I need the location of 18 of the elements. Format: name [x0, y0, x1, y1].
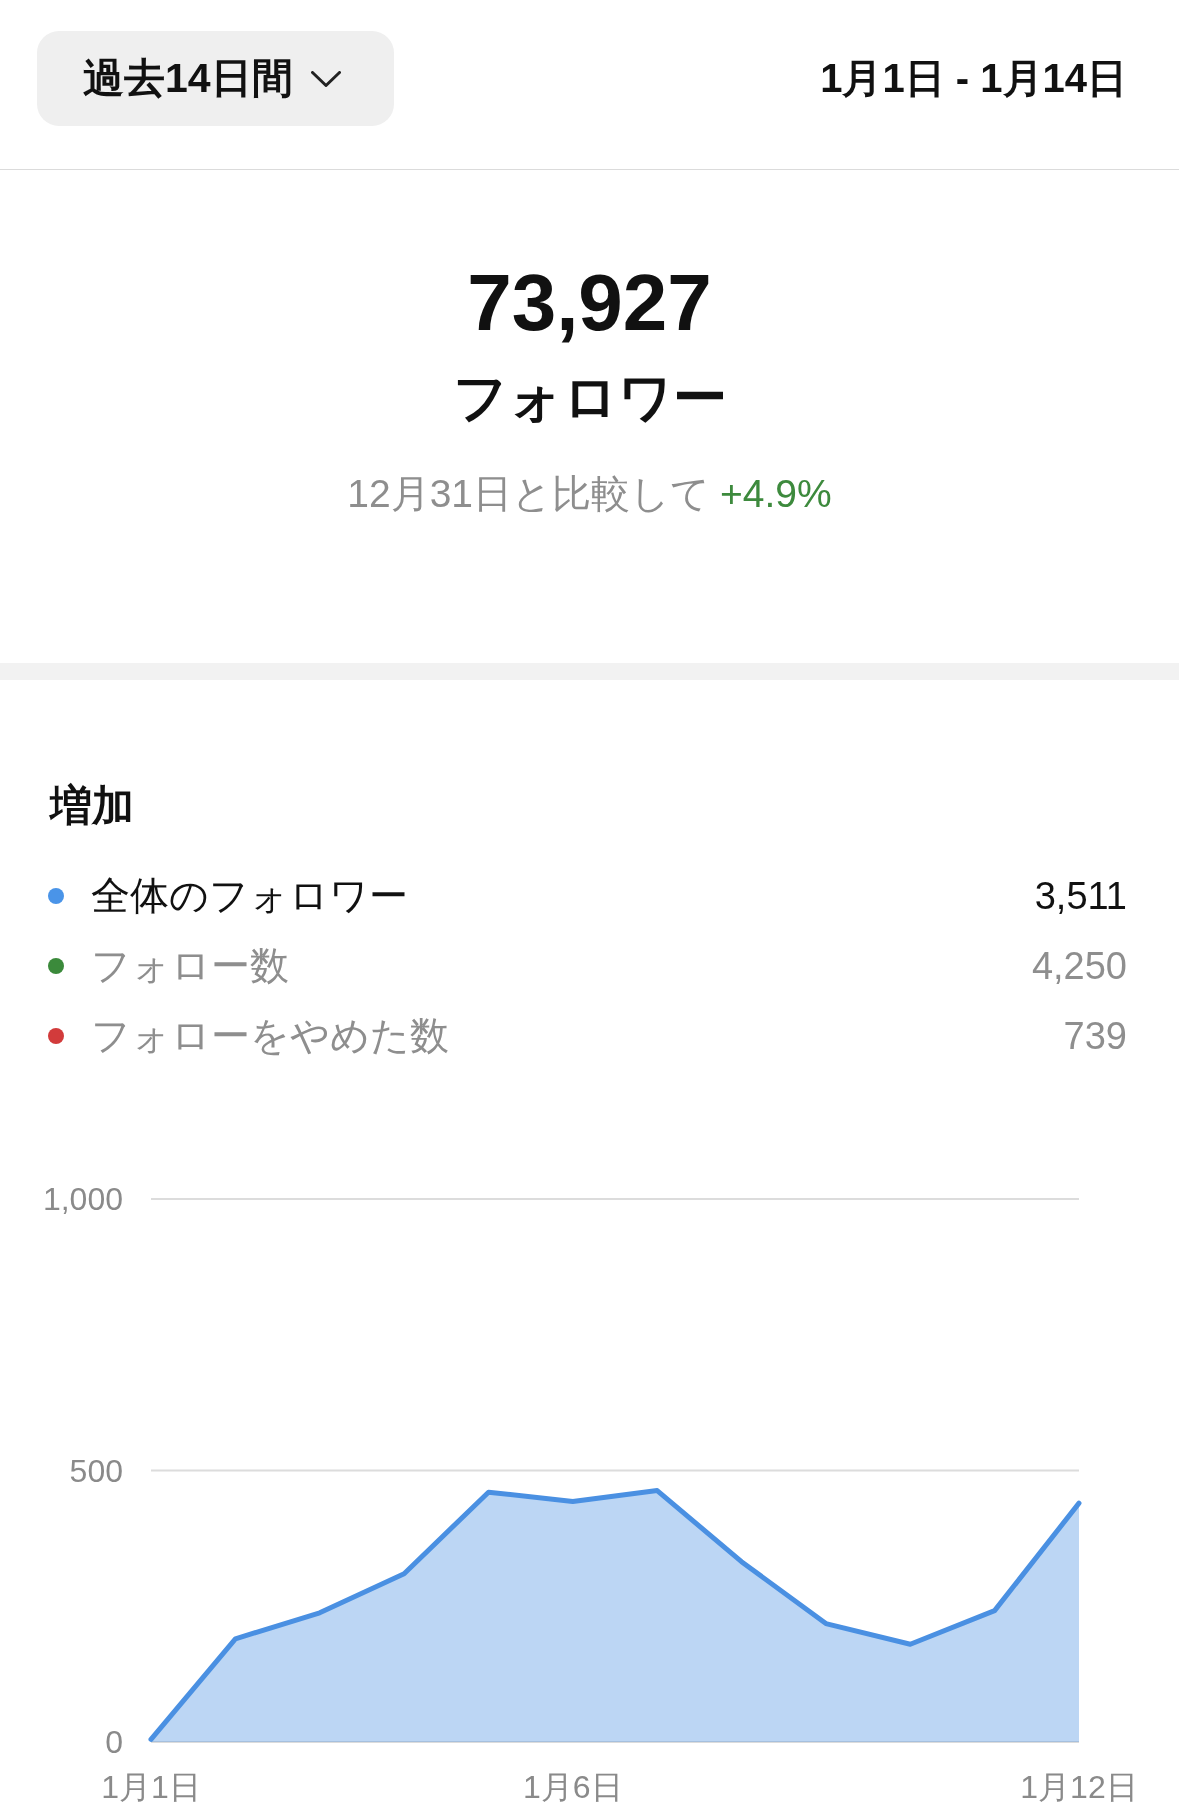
comparison-text: 12月31日と比較して — [347, 471, 711, 517]
date-range: 1月1日 - 1月14日 — [820, 55, 1127, 102]
x-axis-label: 1月12日 — [1020, 1769, 1138, 1805]
y-axis-label: 0 — [105, 1724, 123, 1760]
x-axis-label: 1月6日 — [523, 1769, 623, 1805]
chevron-down-icon — [310, 70, 341, 87]
y-axis-label: 500 — [69, 1452, 123, 1489]
period-dropdown[interactable]: 過去14日間 — [37, 31, 394, 126]
legend-value: 4,250 — [1031, 944, 1127, 988]
y-axis-label: 1,000 — [42, 1181, 123, 1217]
follower-total: 73,927 — [467, 257, 712, 349]
legend-label[interactable]: 全体のフォロワー — [91, 870, 408, 922]
x-axis-label: 1月1日 — [101, 1769, 201, 1805]
change-percent: +4.9% — [720, 471, 832, 517]
legend-value: 739 — [1063, 1014, 1127, 1058]
legend-value: 3,511 — [1034, 874, 1127, 918]
section-title: 増加 — [50, 781, 134, 831]
follower-label: フォロワー — [452, 366, 727, 429]
